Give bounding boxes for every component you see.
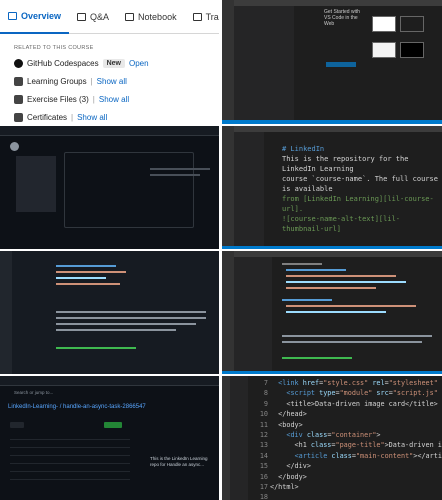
vscode-welcome-screen: Get Started with VS Code in the Web (222, 0, 442, 124)
line-numbers: 7 8 9 10 11 12 13 14 15 16 17 18 (259, 379, 268, 500)
tab-overview-label: Overview (21, 11, 62, 21)
exercise-files-show-all-link[interactable]: Show all (99, 95, 129, 104)
terminal-prompt[interactable] (282, 357, 352, 359)
theme-light-option[interactable] (372, 16, 396, 32)
theme-hc-dark-option[interactable] (400, 42, 424, 58)
activity-bar[interactable] (0, 251, 12, 375)
certificates-show-all-link[interactable]: Show all (77, 113, 107, 122)
activity-bar[interactable] (222, 0, 234, 124)
related-row-codespaces: GitHub Codespaces New Open (14, 57, 219, 69)
transcript-icon (192, 13, 202, 21)
github-header (0, 376, 219, 386)
github-logo-icon[interactable] (10, 142, 19, 151)
notebook-icon (125, 13, 135, 21)
github-header (0, 126, 219, 136)
folder-icon (14, 94, 23, 104)
github-search[interactable]: Search or jump to... (14, 390, 53, 395)
codespaces-label: GitHub Codespaces (27, 58, 99, 68)
theme-hc-light-option[interactable] (372, 42, 396, 58)
theme-dark-option[interactable] (400, 16, 424, 32)
about-line (150, 168, 210, 170)
related-row-groups: Learning Groups | Show all (14, 75, 219, 87)
qa-icon (77, 13, 87, 21)
avatar (16, 156, 56, 212)
github-repo-overview: Search or jump to... LinkedIn-Learning- … (0, 376, 219, 500)
tab-qa[interactable]: Q&A (69, 0, 117, 34)
html-editor: 7 8 9 10 11 12 13 14 15 16 17 18 <link h… (222, 376, 442, 500)
related-row-exercise-files: Exercise Files (3) | Show all (14, 93, 219, 105)
tile-divider (0, 124, 442, 126)
file-row[interactable] (10, 458, 130, 464)
groups-show-all-link[interactable]: Show all (97, 77, 127, 86)
repo-content-box (64, 152, 194, 228)
tab-transcript-label: Transc (205, 12, 219, 22)
activity-bar[interactable] (222, 376, 230, 500)
readme-editor: # LinkedIn This is the repository for th… (222, 126, 442, 250)
explorer-panel[interactable] (230, 376, 248, 500)
groups-label: Learning Groups (27, 76, 87, 86)
about-line (150, 174, 200, 176)
file-row[interactable] (10, 474, 130, 480)
readme-line-3: course `course-name`. The full course is… (282, 175, 438, 193)
tile-divider (0, 374, 442, 376)
welcome-title: Get Started with VS Code in the Web (324, 9, 360, 27)
certificates-label: Certificates (27, 112, 68, 122)
file-row[interactable] (10, 450, 130, 456)
certificate-icon (14, 112, 23, 122)
editor-with-terminal (0, 251, 219, 375)
tab-notebook[interactable]: Notebook (117, 0, 185, 34)
groups-icon (14, 76, 23, 86)
readme-content[interactable]: # LinkedIn This is the repository for th… (282, 144, 442, 234)
activity-bar[interactable] (222, 126, 234, 250)
tab-transcript[interactable]: Transc (185, 0, 219, 34)
github-icon (14, 58, 23, 68)
new-badge: New (102, 58, 125, 68)
code-button[interactable] (104, 422, 122, 428)
explorer-panel[interactable] (12, 257, 50, 375)
repo-title[interactable]: LinkedIn-Learning- / handle-an-async-tas… (8, 404, 146, 411)
readme-line-2: This is the repository for the LinkedIn … (282, 155, 409, 173)
readme-line-4: from [LinkedIn Learning][lil-course-url]… (282, 195, 434, 213)
tile-divider (0, 249, 442, 251)
course-tabs: Overview Q&A Notebook Transc (0, 0, 219, 34)
file-row[interactable] (10, 434, 130, 440)
explorer-panel[interactable] (234, 132, 264, 250)
github-repo-page (0, 126, 219, 250)
overview-icon (8, 12, 17, 20)
explorer-panel[interactable] (234, 6, 294, 124)
editor-code-view (222, 251, 442, 375)
open-codespaces-link[interactable]: Open (129, 59, 149, 68)
related-row-certificates: Certificates | Show all (14, 111, 219, 123)
tab-overview[interactable]: Overview (0, 0, 70, 34)
readme-line-6: ![course-name-alt-text][lil-thumbnail-ur… (282, 215, 401, 233)
activity-bar[interactable] (222, 251, 234, 375)
terminal-prompt[interactable] (56, 347, 136, 349)
course-overview-panel: Overview Q&A Notebook Transc RELATED TO … (0, 0, 219, 124)
browse-themes-button[interactable] (326, 62, 356, 67)
file-row[interactable] (10, 442, 130, 448)
html-source[interactable]: <link href="style.css" rel="stylesheet" … (270, 378, 442, 492)
branch-button[interactable] (10, 422, 24, 428)
file-row[interactable] (10, 466, 130, 472)
tab-notebook-label: Notebook (138, 12, 177, 22)
exercise-files-label: Exercise Files (3) (27, 94, 89, 104)
readme-line-1: # LinkedIn (282, 145, 325, 153)
tab-qa-label: Q&A (90, 12, 110, 22)
explorer-panel[interactable] (234, 257, 272, 375)
related-section-label: RELATED TO THIS COURSE (14, 45, 94, 51)
repo-about: This is the LinkedIn Learning repo for H… (150, 456, 208, 467)
